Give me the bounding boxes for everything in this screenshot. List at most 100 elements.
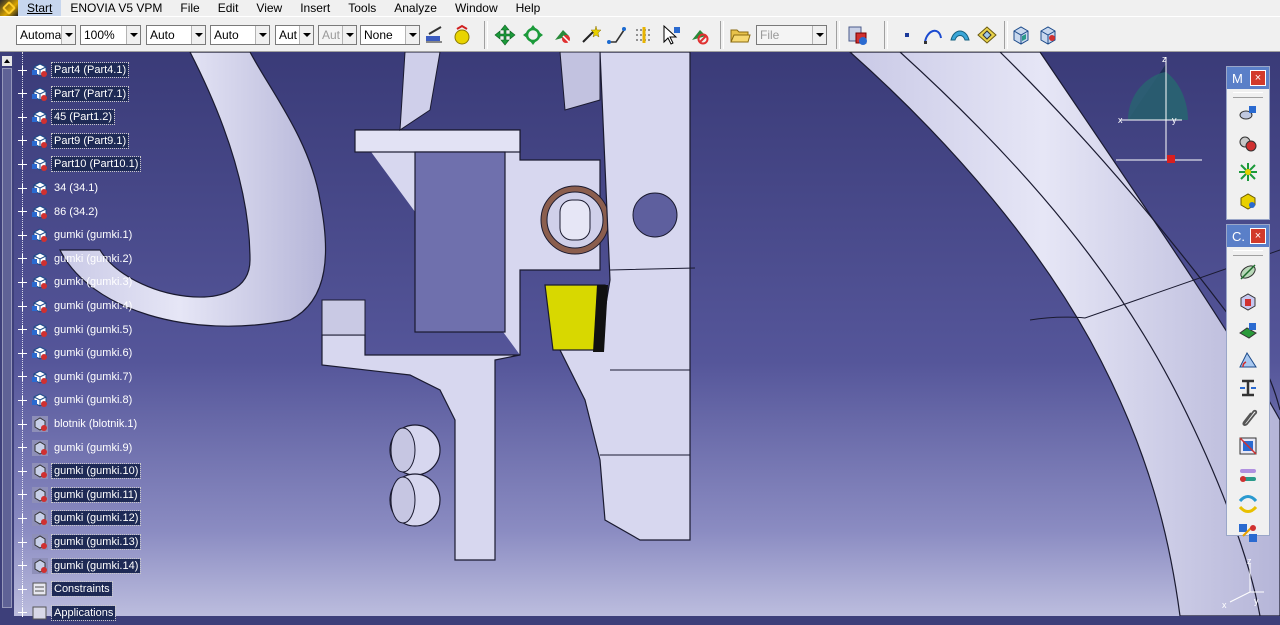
clash-icon[interactable] bbox=[687, 23, 711, 47]
part-icon[interactable] bbox=[31, 321, 49, 339]
chevron-down-icon[interactable] bbox=[61, 26, 75, 44]
menu-file[interactable]: File bbox=[171, 0, 208, 16]
part-icon[interactable] bbox=[31, 61, 49, 79]
tree-node[interactable]: 86 (34.2) bbox=[18, 203, 100, 221]
expand-icon[interactable] bbox=[18, 513, 27, 523]
tree-node[interactable]: gumki (gumki.1) bbox=[18, 226, 134, 244]
part-gray-icon[interactable] bbox=[31, 462, 49, 480]
snap-assembly-icon[interactable] bbox=[1235, 130, 1261, 156]
tree-node[interactable]: gumki (gumki.7) bbox=[18, 368, 134, 386]
tree-node[interactable]: gumki (gumki.6) bbox=[18, 344, 134, 362]
spline-icon[interactable] bbox=[921, 23, 945, 47]
rendering-style-combo[interactable]: Aut bbox=[318, 25, 357, 45]
expand-icon[interactable] bbox=[18, 112, 27, 122]
coincidence-constraint-icon[interactable] bbox=[1235, 259, 1261, 285]
constraints-icon[interactable] bbox=[31, 580, 49, 598]
tree-node-label[interactable]: gumki (gumki.5) bbox=[52, 323, 134, 337]
tree-node[interactable]: gumki (gumki.12) bbox=[18, 509, 142, 527]
component-icon[interactable] bbox=[1036, 23, 1060, 47]
tree-node[interactable]: gumki (gumki.4) bbox=[18, 297, 134, 315]
rotate-icon[interactable] bbox=[521, 23, 545, 47]
compass-widget[interactable]: z x y bbox=[1110, 52, 1210, 170]
part-gray-icon[interactable] bbox=[31, 509, 49, 527]
menu-insert[interactable]: Insert bbox=[291, 0, 339, 16]
part-icon[interactable] bbox=[31, 226, 49, 244]
tree-node-label[interactable]: gumki (gumki.11) bbox=[51, 486, 141, 503]
tree-node-label[interactable]: Part10 (Part10.1) bbox=[50, 156, 142, 173]
menu-start[interactable]: Start bbox=[18, 0, 62, 16]
expand-icon[interactable] bbox=[18, 348, 27, 358]
tree-node[interactable]: 45 (Part1.2) bbox=[18, 108, 116, 126]
material-icon[interactable] bbox=[450, 23, 474, 47]
part-icon[interactable] bbox=[31, 250, 49, 268]
part-icon[interactable] bbox=[31, 203, 49, 221]
expand-icon[interactable] bbox=[18, 537, 27, 547]
expand-icon[interactable] bbox=[18, 419, 27, 429]
part-icon[interactable] bbox=[31, 273, 49, 291]
close-icon[interactable]: × bbox=[1250, 70, 1266, 86]
painter-icon[interactable] bbox=[422, 23, 446, 47]
3d-viewport[interactable] bbox=[0, 52, 1280, 616]
right-tube-outer[interactable] bbox=[849, 52, 1280, 616]
menu-tools[interactable]: Tools bbox=[339, 0, 385, 16]
menu-edit[interactable]: Edit bbox=[209, 0, 248, 16]
chevron-down-icon[interactable] bbox=[812, 26, 826, 44]
tree-node-label[interactable]: blotnik (blotnik.1) bbox=[52, 417, 139, 431]
tree-node[interactable]: gumki (gumki.8) bbox=[18, 391, 134, 409]
surface-icon[interactable] bbox=[975, 23, 999, 47]
pan-icon[interactable] bbox=[493, 23, 517, 47]
file-combo[interactable]: File bbox=[756, 25, 827, 45]
part-gray-icon[interactable] bbox=[31, 439, 49, 457]
tree-node-label[interactable]: gumki (gumki.2) bbox=[52, 252, 134, 266]
tree-node-label[interactable]: Constraints bbox=[51, 581, 113, 598]
tree-node-label[interactable]: 34 (34.1) bbox=[52, 181, 100, 195]
chevron-down-icon[interactable] bbox=[299, 26, 313, 44]
line-thickness-combo[interactable]: Auto bbox=[146, 25, 206, 45]
tree-node-label[interactable]: gumki (gumki.12) bbox=[50, 510, 142, 527]
tree-node-label[interactable]: gumki (gumki.7) bbox=[52, 370, 134, 384]
expand-icon[interactable] bbox=[18, 490, 27, 500]
expand-icon[interactable] bbox=[18, 466, 27, 476]
expand-icon[interactable] bbox=[18, 372, 27, 382]
point-type-combo[interactable]: Aut bbox=[275, 25, 314, 45]
open-folder-icon[interactable] bbox=[728, 23, 752, 47]
scrollbar-track[interactable] bbox=[2, 68, 12, 608]
offset-constraint-icon[interactable] bbox=[1235, 317, 1261, 343]
tree-node-label[interactable]: gumki (gumki.14) bbox=[50, 557, 142, 574]
expand-icon[interactable] bbox=[18, 277, 27, 287]
tree-node[interactable]: gumki (gumki.11) bbox=[18, 486, 141, 504]
expand-icon[interactable] bbox=[18, 395, 27, 405]
tree-node-label[interactable]: gumki (gumki.6) bbox=[52, 346, 134, 360]
tree-node-label[interactable]: gumki (gumki.3) bbox=[52, 275, 134, 289]
tree-node[interactable]: Applications bbox=[18, 604, 117, 622]
expand-icon[interactable] bbox=[18, 183, 27, 193]
tree-node[interactable]: 34 (34.1) bbox=[18, 179, 100, 197]
expand-icon[interactable] bbox=[18, 254, 27, 264]
angle-constraint-icon[interactable] bbox=[1235, 346, 1261, 372]
stop-manipulate-on-clash-icon[interactable] bbox=[1235, 188, 1261, 214]
chevron-down-icon[interactable] bbox=[191, 26, 205, 44]
tree-node-label[interactable]: gumki (gumki.13) bbox=[50, 534, 142, 550]
tree-node[interactable]: Constraints bbox=[18, 580, 113, 598]
catia-logo-icon[interactable] bbox=[0, 0, 18, 16]
menu-view[interactable]: View bbox=[247, 0, 291, 16]
expand-icon[interactable] bbox=[18, 159, 27, 169]
part-gray-icon[interactable] bbox=[31, 486, 49, 504]
expand-icon[interactable] bbox=[18, 230, 27, 240]
expand-icon[interactable] bbox=[18, 561, 27, 571]
change-constraint-icon[interactable] bbox=[1235, 491, 1261, 517]
product-icon[interactable] bbox=[1009, 23, 1033, 47]
menu-window[interactable]: Window bbox=[446, 0, 507, 16]
stop-manipulate-icon[interactable] bbox=[632, 23, 656, 47]
tree-node[interactable]: Part4 (Part4.1) bbox=[18, 61, 130, 79]
applications-icon[interactable] bbox=[31, 604, 49, 622]
tree-node-label[interactable]: gumki (gumki.10) bbox=[50, 463, 142, 480]
transparency-combo[interactable]: 100% bbox=[80, 25, 141, 45]
tree-node-label[interactable]: Part4 (Part4.1) bbox=[50, 62, 130, 78]
expand-icon[interactable] bbox=[18, 136, 27, 146]
part-gray-icon[interactable] bbox=[31, 415, 49, 433]
tree-node[interactable]: Part10 (Part10.1) bbox=[18, 155, 142, 173]
chevron-down-icon[interactable] bbox=[342, 26, 356, 44]
tree-node[interactable]: Part7 (Part7.1) bbox=[18, 85, 130, 103]
tree-node[interactable]: gumki (gumki.5) bbox=[18, 321, 134, 339]
